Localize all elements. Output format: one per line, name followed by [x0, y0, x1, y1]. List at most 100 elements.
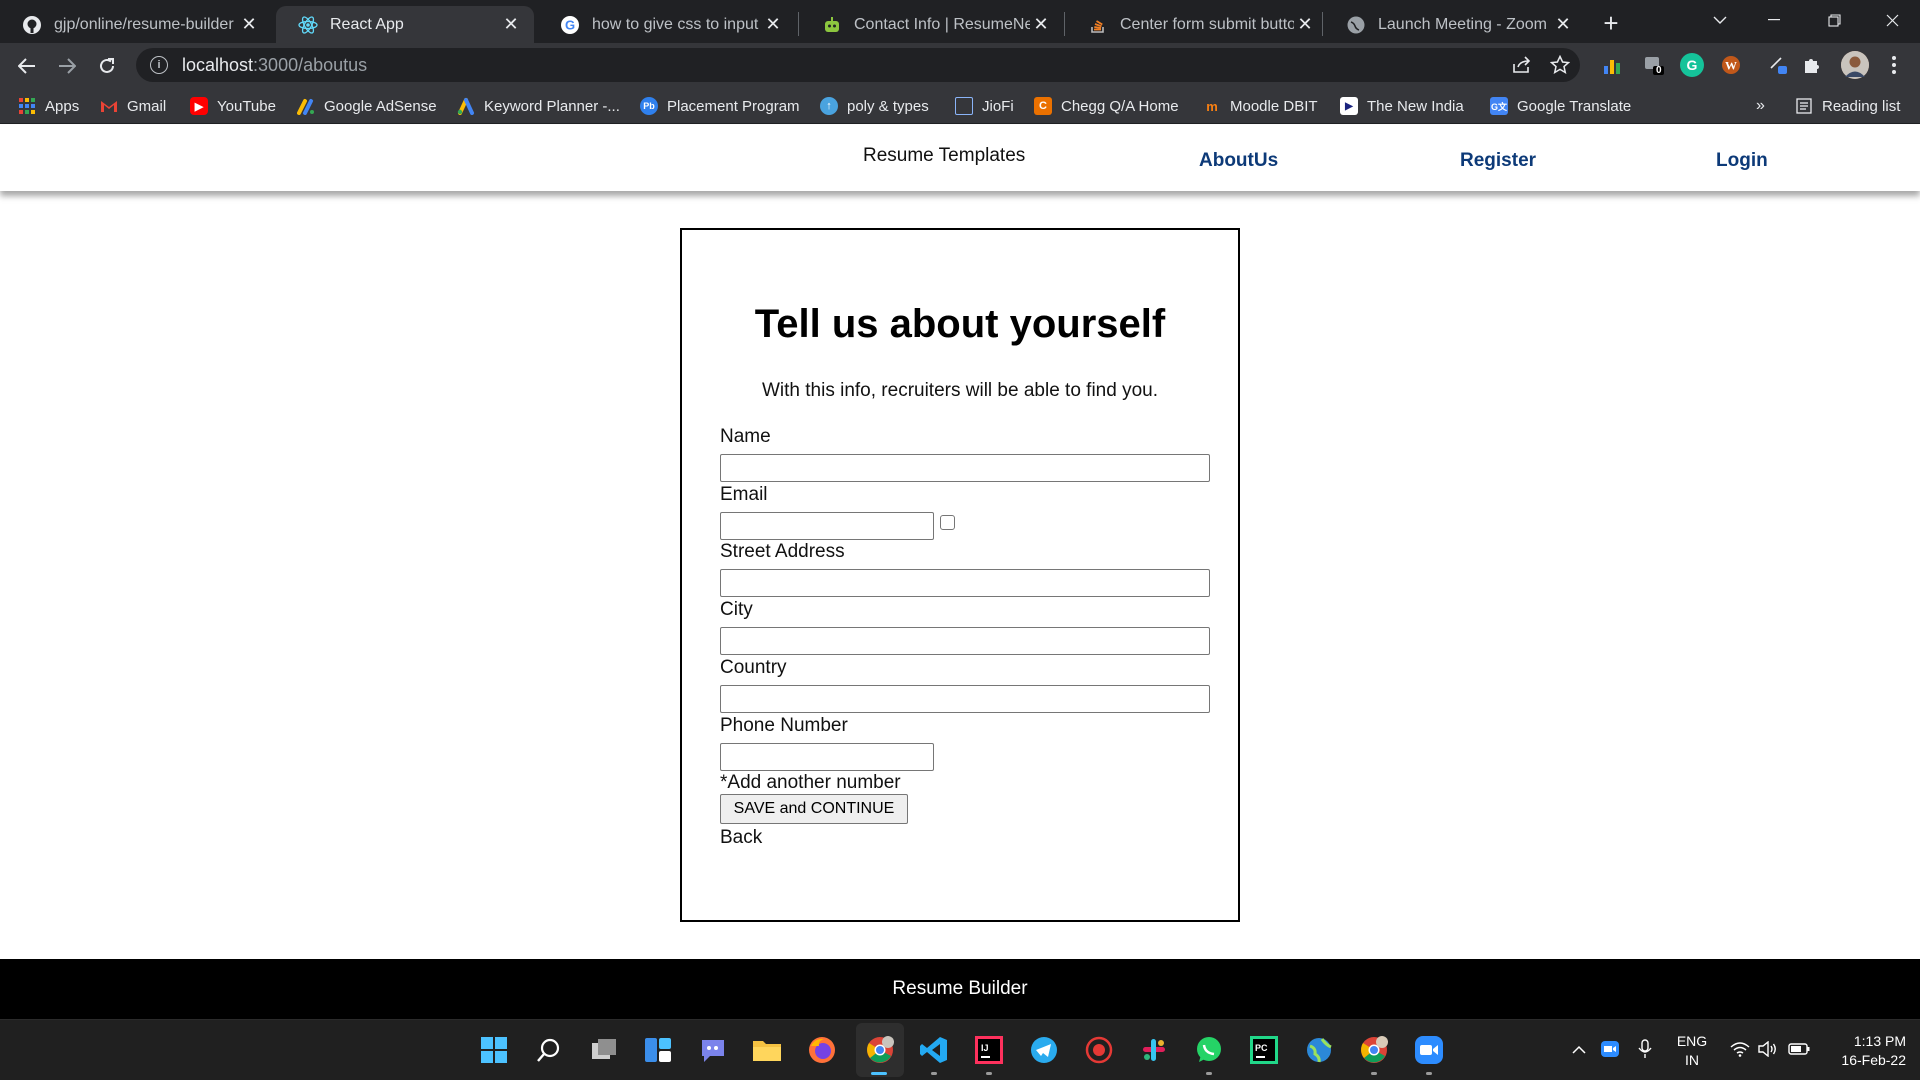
- svg-text:W: W: [1725, 59, 1737, 73]
- bookmarks-overflow-button[interactable]: »: [1756, 95, 1765, 117]
- react-icon: [298, 15, 318, 35]
- restore-button[interactable]: [1806, 0, 1862, 40]
- profile-avatar[interactable]: [1841, 51, 1869, 79]
- bookmark-label: Moodle DBIT: [1230, 97, 1318, 115]
- search-icon[interactable]: [533, 1034, 565, 1066]
- firefox-icon[interactable]: [806, 1034, 838, 1066]
- tab-github[interactable]: gjp/online/resume-builder ✕: [0, 6, 272, 43]
- back-link[interactable]: Back: [720, 827, 762, 849]
- zoom-tray-icon[interactable]: [1598, 1038, 1622, 1060]
- name-input[interactable]: [720, 454, 1210, 482]
- bookmark-label: Chegg Q/A Home: [1061, 97, 1179, 115]
- teams-chat-icon[interactable]: [697, 1034, 729, 1066]
- wordpress-icon[interactable]: W: [1719, 53, 1743, 77]
- kebab-menu-icon[interactable]: [1882, 53, 1906, 77]
- url-host: localhost: [182, 54, 254, 75]
- widgets-icon[interactable]: [642, 1034, 674, 1066]
- back-arrow-icon[interactable]: [10, 49, 44, 83]
- volume-icon[interactable]: [1756, 1038, 1780, 1060]
- save-and-continue-button[interactable]: SAVE and CONTINUE: [720, 794, 908, 824]
- wifi-icon[interactable]: [1728, 1038, 1752, 1060]
- close-icon[interactable]: ✕: [1030, 14, 1052, 36]
- tab-react-app[interactable]: React App ✕: [276, 6, 534, 43]
- screen-recorder-icon[interactable]: [1083, 1034, 1115, 1066]
- screen-capture-extension-icon[interactable]: [1766, 53, 1790, 77]
- chevron-up-icon[interactable]: [1568, 1038, 1590, 1060]
- bookmark-label: JioFi: [982, 97, 1014, 115]
- task-view-icon[interactable]: [588, 1034, 620, 1066]
- chrome-second-profile-icon[interactable]: [1358, 1034, 1390, 1066]
- grammarly-icon[interactable]: G: [1680, 53, 1704, 77]
- address-bar[interactable]: i localhost:3000/aboutus: [136, 48, 1580, 82]
- input-language-indicator[interactable]: ENG IN: [1672, 1032, 1712, 1070]
- bookmark-moodle[interactable]: m Moodle DBIT: [1203, 95, 1318, 117]
- add-another-number-link[interactable]: *Add another number: [720, 772, 901, 794]
- nav-about-us[interactable]: AboutUs: [1199, 150, 1278, 172]
- bookmark-poly-types[interactable]: ↑ poly & types: [820, 95, 929, 117]
- country-label: Country: [720, 657, 787, 678]
- bookmark-adsense[interactable]: Google AdSense: [297, 95, 437, 117]
- close-icon[interactable]: ✕: [1294, 14, 1316, 36]
- reading-list-button[interactable]: Reading list: [1795, 95, 1900, 117]
- tab-zoom[interactable]: Launch Meeting - Zoom ✕: [1324, 6, 1586, 43]
- tab-search-chevron-icon[interactable]: [1692, 0, 1748, 40]
- close-icon[interactable]: ✕: [238, 14, 260, 36]
- tab-resumenerd[interactable]: Contact Info | ResumeNerd ✕: [800, 6, 1064, 43]
- translate-icon: G文: [1490, 97, 1508, 115]
- clock[interactable]: 1:13 PM 16-Feb-22: [1820, 1032, 1906, 1070]
- file-explorer-icon[interactable]: [751, 1034, 783, 1066]
- window-close-button[interactable]: [1864, 0, 1920, 40]
- microphone-icon[interactable]: [1634, 1038, 1656, 1060]
- chrome-profile-icon[interactable]: [864, 1034, 896, 1066]
- close-icon[interactable]: ✕: [762, 14, 784, 36]
- analytics-extension-icon[interactable]: [1600, 53, 1624, 77]
- intellij-icon[interactable]: IJ: [973, 1034, 1005, 1066]
- whatsapp-icon[interactable]: [1193, 1034, 1225, 1066]
- site-info-icon[interactable]: i: [150, 56, 168, 74]
- bookmark-label: YouTube: [217, 97, 276, 115]
- bookmark-placement-program[interactable]: Pb Placement Program: [640, 95, 800, 117]
- tab-google-search[interactable]: G how to give css to input in f ✕: [538, 6, 796, 43]
- pycharm-icon[interactable]: PC: [1248, 1034, 1280, 1066]
- bookmark-apps[interactable]: Apps: [18, 95, 79, 117]
- bookmark-star-icon[interactable]: [1548, 53, 1572, 77]
- country-input[interactable]: [720, 685, 1210, 713]
- extension-badge-icon[interactable]: 0: [1642, 53, 1666, 77]
- close-icon[interactable]: ✕: [500, 14, 522, 36]
- bookmark-gmail[interactable]: Gmail: [100, 95, 166, 117]
- tab-stackoverflow[interactable]: Center form submit button ✕: [1066, 6, 1328, 43]
- globe-app-icon[interactable]: [1303, 1034, 1335, 1066]
- bookmark-google-translate[interactable]: G文 Google Translate: [1490, 95, 1631, 117]
- language-code: ENG: [1676, 1033, 1708, 1049]
- bookmark-chegg[interactable]: C Chegg Q/A Home: [1034, 95, 1179, 117]
- bookmark-youtube[interactable]: ▶ YouTube: [190, 95, 276, 117]
- street-address-input[interactable]: [720, 569, 1210, 597]
- share-icon[interactable]: [1510, 53, 1534, 77]
- windows-start-icon[interactable]: [478, 1034, 510, 1066]
- forward-arrow-icon[interactable]: [50, 49, 84, 83]
- google-icon: G: [560, 15, 580, 35]
- slack-icon[interactable]: [1138, 1034, 1170, 1066]
- close-icon[interactable]: ✕: [1552, 14, 1574, 36]
- city-input[interactable]: [720, 627, 1210, 655]
- bookmark-new-india[interactable]: ▶ The New India: [1340, 95, 1464, 117]
- nav-register[interactable]: Register: [1460, 150, 1536, 172]
- nav-resume-templates[interactable]: Resume Templates: [863, 145, 1025, 167]
- footer-text: Resume Builder: [892, 978, 1028, 999]
- clock-date: 16-Feb-22: [1841, 1052, 1906, 1068]
- phone-number-input[interactable]: [720, 743, 934, 771]
- email-input[interactable]: [720, 512, 934, 540]
- telegram-icon[interactable]: [1028, 1034, 1060, 1066]
- email-checkbox[interactable]: [940, 515, 955, 530]
- vscode-icon[interactable]: [918, 1034, 950, 1066]
- battery-icon[interactable]: [1786, 1038, 1812, 1060]
- zoom-icon[interactable]: [1413, 1034, 1445, 1066]
- form-subtitle: With this info, recruiters will be able …: [761, 380, 1158, 401]
- new-tab-button[interactable]: +: [1596, 8, 1626, 38]
- bookmark-jiofi[interactable]: JioFi: [955, 95, 1014, 117]
- nav-login[interactable]: Login: [1716, 150, 1768, 172]
- puzzle-extensions-icon[interactable]: [1800, 53, 1824, 77]
- bookmark-keyword-planner[interactable]: Keyword Planner -...: [457, 95, 620, 117]
- reload-icon[interactable]: [90, 49, 124, 83]
- minimize-button[interactable]: [1746, 0, 1802, 40]
